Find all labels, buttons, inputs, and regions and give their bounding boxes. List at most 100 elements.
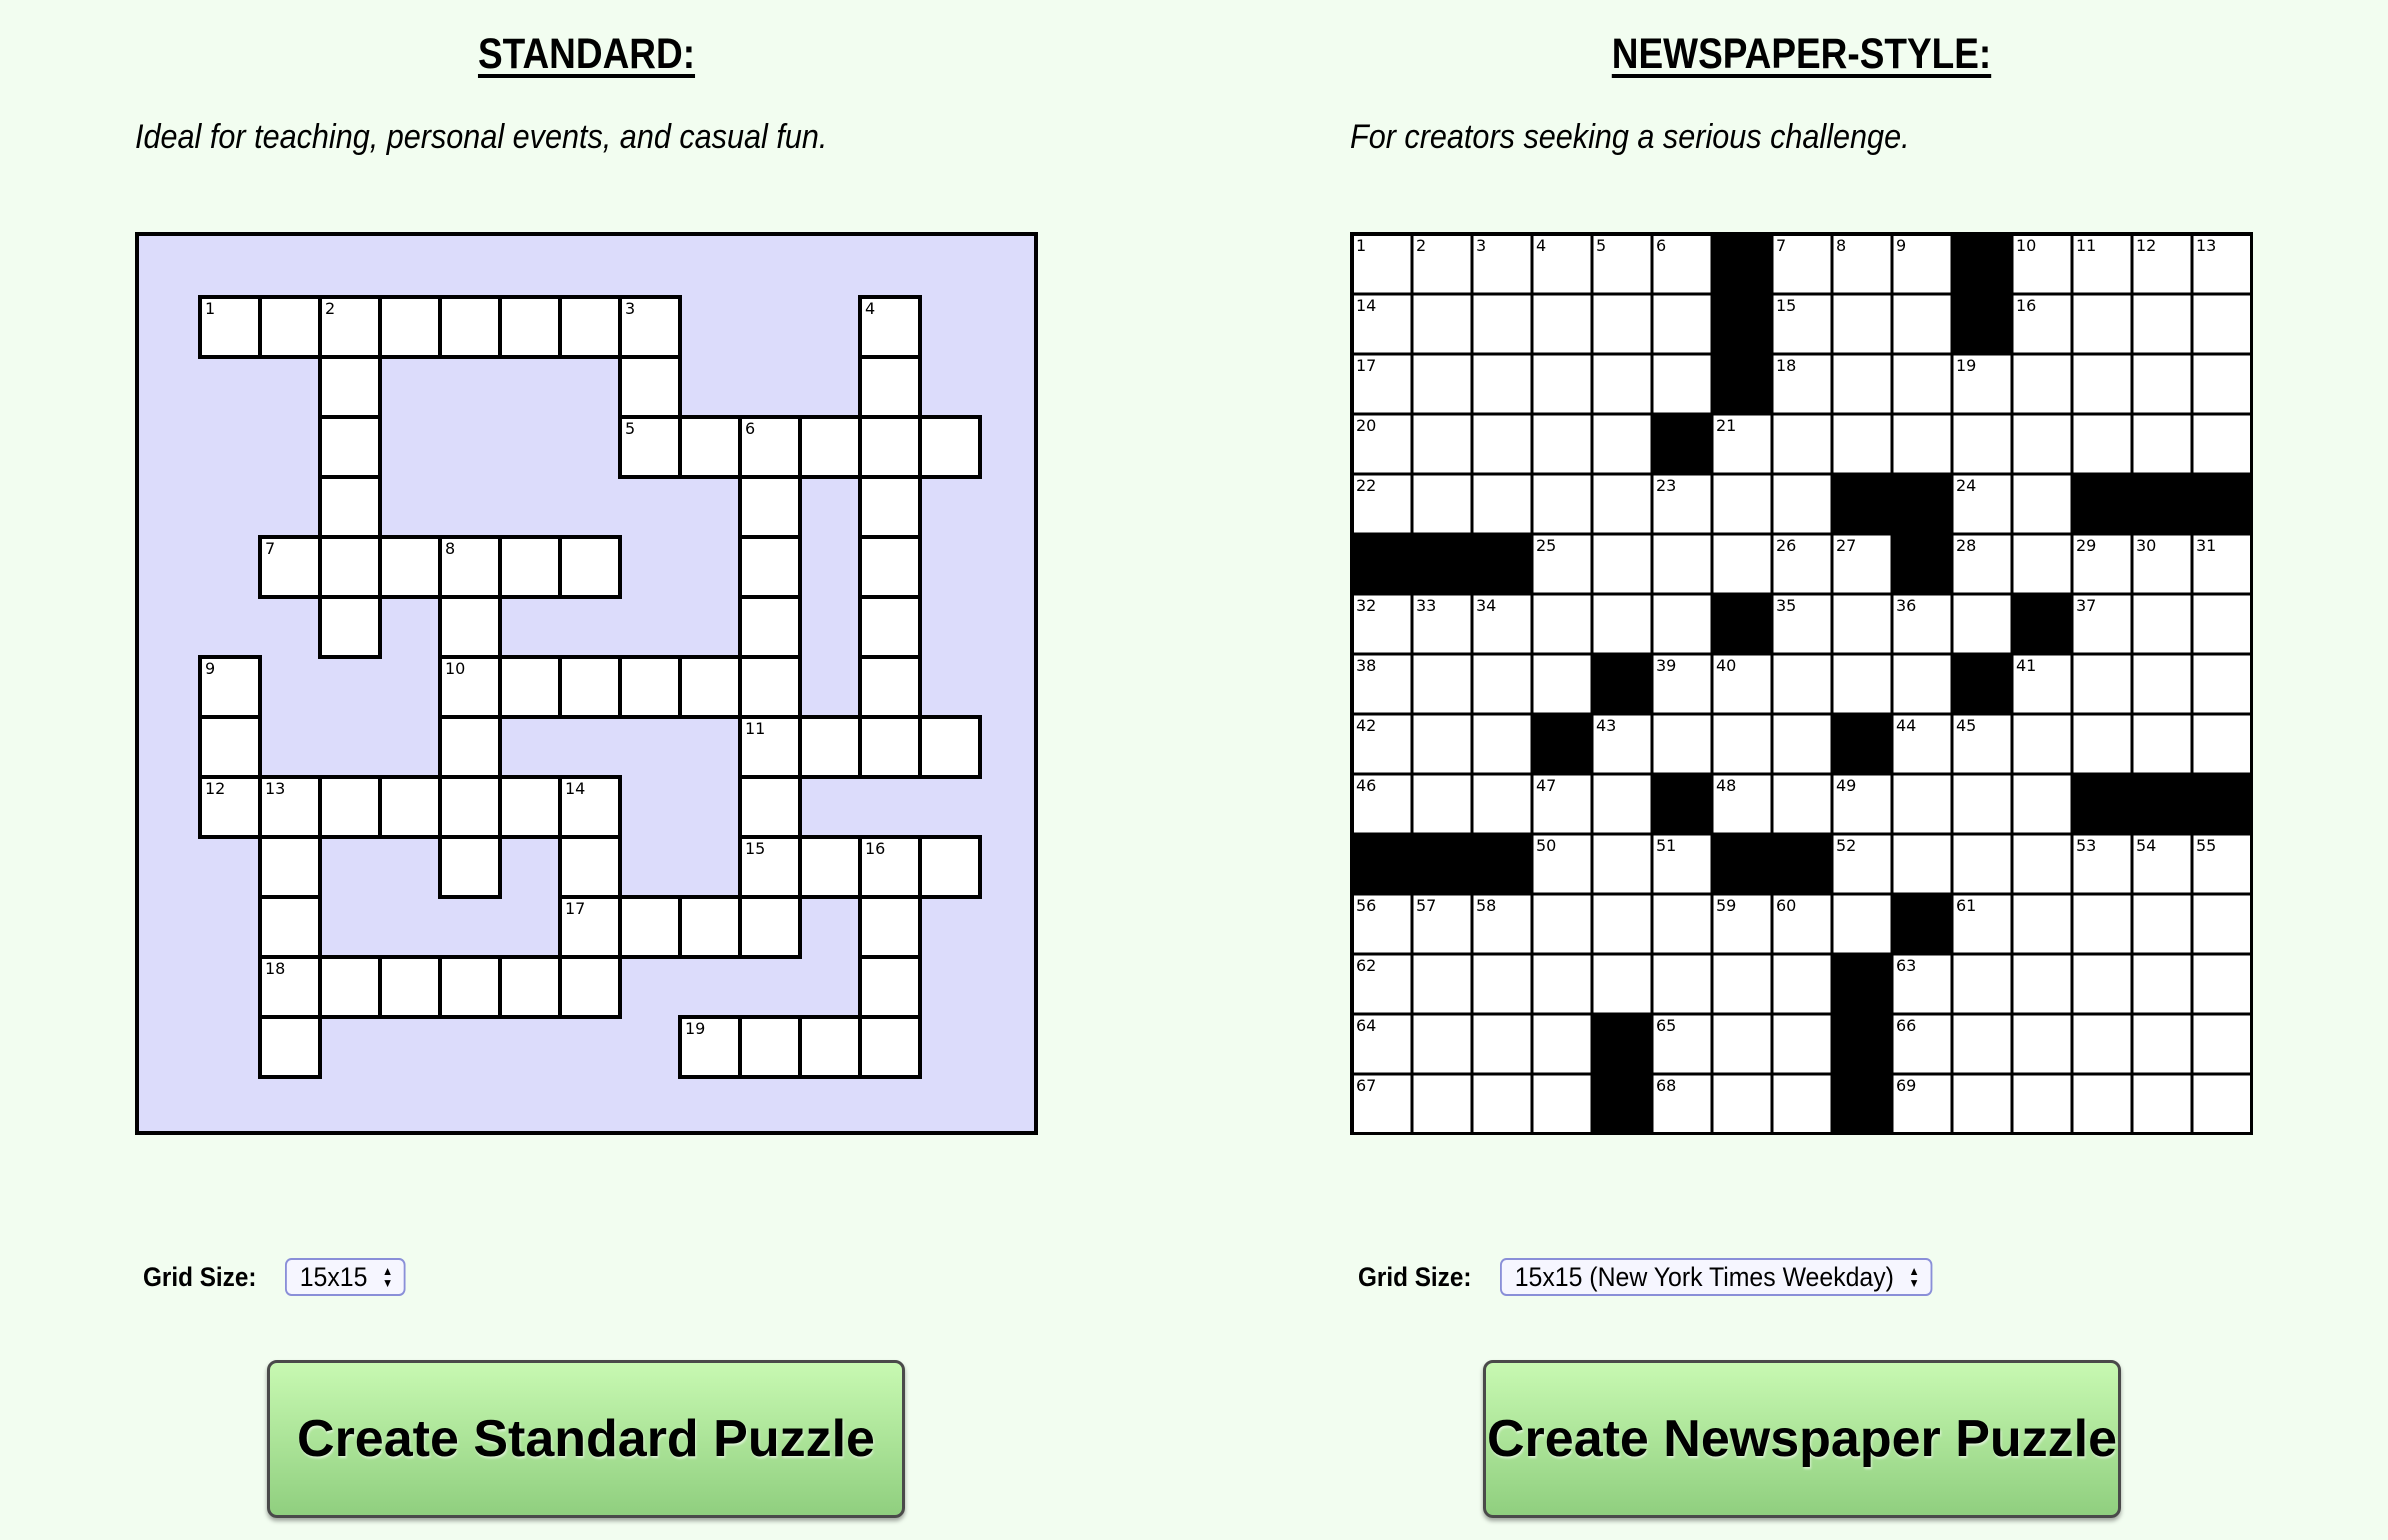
crossword-cell [1950, 1012, 2014, 1076]
crossword-cell: 4 [858, 295, 922, 359]
crossword-cell [738, 595, 802, 659]
clue-number: 17 [1356, 356, 1376, 375]
crossword-cell [858, 715, 922, 779]
black-square [1650, 772, 1714, 836]
clue-number: 63 [1896, 956, 1916, 975]
clue-number: 16 [2016, 296, 2036, 315]
newspaper-puzzle-preview: 1 2 3 4 5 6 7 8 9 10 11 12 13 14 15 16 17 18 19 20 21 22 23 24 2… [1350, 232, 2253, 1135]
black-square [1410, 532, 1474, 596]
crossword-cell: 46 [1350, 772, 1414, 836]
crossword-cell [678, 415, 742, 479]
clue-number: 11 [2076, 236, 2096, 255]
clue-number: 41 [2016, 656, 2036, 675]
clue-number: 21 [1716, 416, 1736, 435]
crossword-cell [1530, 1072, 1594, 1135]
crossword-cell [618, 355, 682, 419]
crossword-cell: 12 [2130, 232, 2194, 296]
crossword-cell [1410, 352, 1474, 416]
crossword-cell [1710, 532, 1774, 596]
clue-number: 19 [685, 1019, 705, 1038]
crossword-cell [738, 1015, 802, 1079]
crossword-cell [1410, 772, 1474, 836]
crossword-cell [1650, 952, 1714, 1016]
clue-number: 9 [1896, 236, 1906, 255]
crossword-cell [1470, 412, 1534, 476]
black-square [1350, 532, 1414, 596]
crossword-cell [1590, 292, 1654, 356]
crossword-cell: 2 [318, 295, 382, 359]
crossword-cell [2130, 952, 2194, 1016]
crossword-cell [1650, 532, 1714, 596]
clue-number: 6 [745, 419, 755, 438]
crossword-cell [2190, 892, 2253, 956]
crossword-cell [1950, 832, 2014, 896]
clue-number: 10 [2016, 236, 2036, 255]
clue-number: 4 [1536, 236, 1546, 255]
crossword-cell: 53 [2070, 832, 2134, 896]
crossword-cell [1530, 292, 1594, 356]
crossword-cell [318, 535, 382, 599]
black-square [1410, 832, 1474, 896]
crossword-cell: 13 [2190, 232, 2253, 296]
black-square [1590, 1072, 1654, 1135]
crossword-cell: 69 [1890, 1072, 1954, 1135]
clue-number: 13 [265, 779, 285, 798]
crossword-cell [918, 415, 982, 479]
crossword-cell [318, 595, 382, 659]
clue-number: 32 [1356, 596, 1376, 615]
crossword-cell: 35 [1770, 592, 1834, 656]
crossword-cell [1410, 712, 1474, 776]
crossword-cell [1410, 472, 1474, 536]
clue-number: 11 [745, 719, 765, 738]
crossword-cell [498, 775, 562, 839]
crossword-cell [2190, 352, 2253, 416]
crossword-cell: 66 [1890, 1012, 1954, 1076]
clue-number: 66 [1896, 1016, 1916, 1035]
clue-number: 59 [1716, 896, 1736, 915]
crossword-cell [1530, 952, 1594, 1016]
crossword-cell [1470, 952, 1534, 1016]
crossword-cell [1890, 412, 1954, 476]
crossword-cell [1710, 952, 1774, 1016]
crossword-cell: 3 [1470, 232, 1534, 296]
crossword-cell [738, 895, 802, 959]
crossword-cell [858, 1015, 922, 1079]
crossword-cell [2130, 292, 2194, 356]
crossword-cell: 50 [1530, 832, 1594, 896]
crossword-cell: 3 [618, 295, 682, 359]
create-standard-puzzle-button[interactable]: Create Standard Puzzle [267, 1360, 905, 1518]
clue-number: 58 [1476, 896, 1496, 915]
newspaper-grid-size-row: Grid Size: 15x15 (New York Times Weekday… [1358, 1258, 1970, 1296]
clue-number: 26 [1776, 536, 1796, 555]
crossword-cell: 14 [558, 775, 622, 839]
crossword-cell [2010, 472, 2074, 536]
clue-number: 31 [2196, 536, 2216, 555]
crossword-cell [2190, 412, 2253, 476]
crossword-cell [1590, 412, 1654, 476]
create-newspaper-puzzle-button[interactable]: Create Newspaper Puzzle [1483, 1360, 2121, 1518]
black-square [1770, 832, 1834, 896]
crossword-cell [858, 355, 922, 419]
crossword-cell [318, 415, 382, 479]
standard-grid-size-select[interactable]: 15x15 ▲ ▼ [285, 1258, 406, 1296]
clue-number: 50 [1536, 836, 1556, 855]
clue-number: 44 [1896, 716, 1916, 735]
newspaper-tagline: For creators seeking a serious challenge… [1350, 118, 1910, 156]
crossword-cell: 18 [1770, 352, 1834, 416]
clue-number: 47 [1536, 776, 1556, 795]
crossword-cell [1470, 712, 1534, 776]
crossword-cell [2130, 1012, 2194, 1076]
clue-number: 33 [1416, 596, 1436, 615]
newspaper-grid-size-select[interactable]: 15x15 (New York Times Weekday) ▲ ▼ [1500, 1258, 1933, 1296]
crossword-cell: 30 [2130, 532, 2194, 596]
crossword-cell: 47 [1530, 772, 1594, 836]
clue-number: 23 [1656, 476, 1676, 495]
clue-number: 20 [1356, 416, 1376, 435]
crossword-cell [1470, 292, 1534, 356]
crossword-cell [1950, 952, 2014, 1016]
crossword-cell: 24 [1950, 472, 2014, 536]
clue-number: 60 [1776, 896, 1796, 915]
crossword-cell: 2 [1410, 232, 1474, 296]
crossword-cell [858, 955, 922, 1019]
clue-number: 64 [1356, 1016, 1376, 1035]
